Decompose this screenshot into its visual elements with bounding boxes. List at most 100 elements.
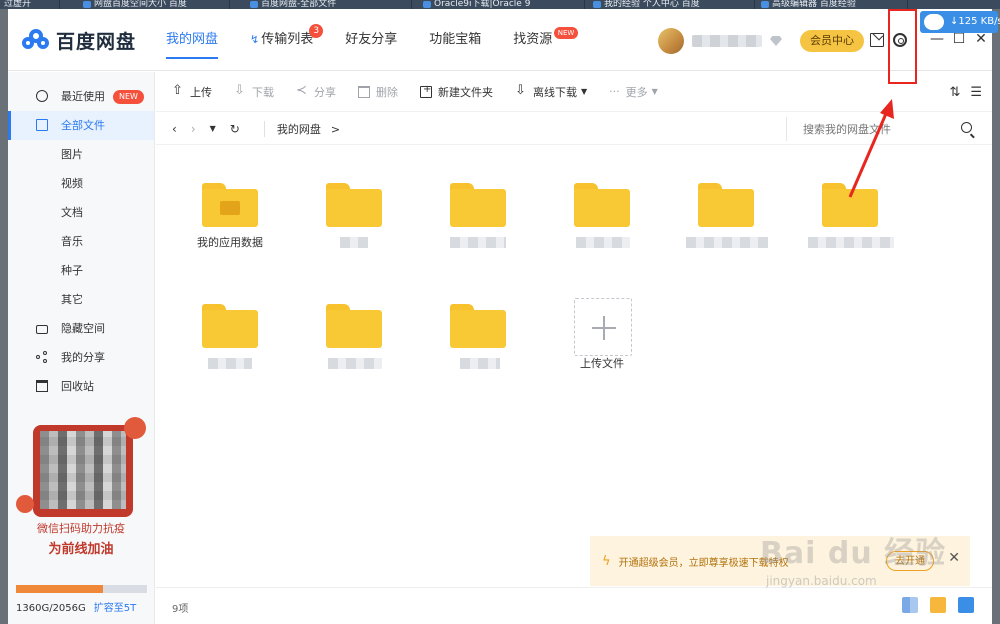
- expand-storage-link[interactable]: 扩容至5T: [94, 603, 136, 614]
- breadcrumb-separator: >: [330, 122, 341, 136]
- browser-tab[interactable]: Oracle9i下载|Oracle 9: [420, 0, 585, 9]
- vip-notice-bar: ϟ 开通超级会员，立即尊享极速下载特权 去开通 ✕: [590, 536, 970, 586]
- mail-icon[interactable]: [870, 33, 884, 47]
- trash-icon: [358, 85, 370, 98]
- nav-friend-share[interactable]: 好友分享: [345, 9, 397, 71]
- search-icon[interactable]: [961, 122, 972, 133]
- new-folder-button[interactable]: 新建文件夹: [420, 84, 493, 100]
- apps-grid-icon[interactable]: [902, 597, 918, 613]
- flower-decoration-icon: [124, 417, 146, 439]
- file-item[interactable]: [428, 161, 528, 271]
- file-item[interactable]: [180, 282, 280, 392]
- transfer-count-badge: 3: [309, 24, 324, 38]
- upload-button[interactable]: 上传: [172, 83, 212, 100]
- chevron-down-icon: ▼: [651, 87, 658, 96]
- more-button[interactable]: ··· 更多 ▼: [609, 84, 658, 100]
- sidebar: 最近使用 NEW 全部文件 图片 视频 文档 音乐 种子 其它 隐藏空间 我的分享…: [8, 72, 155, 624]
- lightning-icon: ϟ: [602, 553, 611, 569]
- transfer-icon: ↯: [250, 33, 260, 46]
- forward-button[interactable]: ›: [191, 122, 196, 136]
- sidebar-item-all-files[interactable]: 全部文件: [8, 111, 154, 140]
- header: 百度网盘 我的网盘 ↯ 传输列表 3 好友分享 功能宝箱 找资源 NEW 会员中心 —…: [8, 9, 992, 84]
- sidebar-item-videos[interactable]: 视频: [8, 169, 154, 198]
- upload-transfer-icon[interactable]: [930, 597, 946, 613]
- sidebar-item-images[interactable]: 图片: [8, 140, 154, 169]
- vip-diamond-icon: [770, 36, 782, 46]
- nav-toolbox[interactable]: 功能宝箱: [429, 9, 481, 71]
- promo-banner[interactable]: 微信扫码助力抗疫 为前线加油: [16, 417, 146, 557]
- file-item[interactable]: 我的应用数据: [180, 161, 280, 271]
- folder-icon: [326, 304, 382, 348]
- quota-text: 1360G/2056G: [16, 603, 86, 614]
- vip-center-button[interactable]: 会员中心: [800, 30, 864, 52]
- back-button[interactable]: ‹: [172, 122, 177, 136]
- cloud-icon: [924, 14, 944, 30]
- file-item[interactable]: [676, 161, 776, 271]
- sidebar-item-recycle-bin[interactable]: 回收站: [8, 372, 154, 401]
- file-name-blurred: [808, 237, 894, 248]
- share-button[interactable]: 分享: [296, 83, 336, 100]
- file-item[interactable]: [552, 161, 652, 271]
- file-name-blurred: [460, 358, 500, 369]
- lock-icon[interactable]: [958, 597, 974, 613]
- app-title: 百度网盘: [56, 30, 137, 53]
- browser-tab[interactable]: 高级编辑器 百度经验: [758, 0, 908, 9]
- sidebar-item-music[interactable]: 音乐: [8, 227, 154, 256]
- sidebar-item-my-shares[interactable]: 我的分享: [8, 343, 154, 372]
- avatar[interactable]: [658, 28, 684, 54]
- new-folder-icon: [420, 84, 432, 98]
- sidebar-item-recent[interactable]: 最近使用 NEW: [8, 82, 154, 111]
- file-item[interactable]: [304, 161, 404, 271]
- browser-tab[interactable]: 百度网盘-全部文件: [247, 0, 412, 9]
- download-button[interactable]: 下载: [234, 83, 274, 100]
- browser-tab[interactable]: 过虚开: [0, 0, 60, 9]
- close-icon[interactable]: ✕: [948, 550, 960, 566]
- list-view-icon[interactable]: ☰: [970, 85, 982, 100]
- file-name-blurred: [328, 358, 382, 369]
- share-icon: [36, 351, 48, 363]
- download-icon: [234, 83, 246, 98]
- file-item[interactable]: [304, 282, 404, 392]
- speed-indicator[interactable]: ↓125 KB/s: [920, 11, 1000, 33]
- user-area: 会员中心: [658, 27, 864, 55]
- nav-find-resources[interactable]: 找资源 NEW: [513, 9, 579, 71]
- sidebar-item-torrents[interactable]: 种子: [8, 256, 154, 285]
- folder-icon: [574, 183, 630, 227]
- new-badge: NEW: [553, 27, 579, 39]
- refresh-icon[interactable]: ↻: [230, 122, 240, 136]
- annotation-arrow: [848, 99, 894, 198]
- file-name-blurred: [686, 237, 768, 248]
- app-logo[interactable]: 百度网盘: [22, 26, 172, 54]
- sidebar-item-docs[interactable]: 文档: [8, 198, 154, 227]
- cloud-logo-icon: [22, 29, 50, 51]
- history-dropdown-icon[interactable]: ▼: [210, 124, 216, 133]
- offline-download-button[interactable]: 离线下载▼: [515, 83, 587, 100]
- view-icons: ⇅ ☰: [939, 85, 982, 100]
- quota-bar: [16, 585, 147, 593]
- file-grid: 我的应用数据 上传文件: [156, 146, 992, 586]
- sort-icon[interactable]: ⇅: [949, 85, 960, 100]
- main-nav: 我的网盘 ↯ 传输列表 3 好友分享 功能宝箱 找资源 NEW: [166, 9, 584, 71]
- browser-tab[interactable]: 我的经验 个人中心 百度: [590, 0, 755, 9]
- upload-file-label: 上传文件: [580, 357, 624, 370]
- promo-line-1: 微信扫码助力抗疫: [37, 522, 125, 535]
- sidebar-item-hidden-space[interactable]: 隐藏空间: [8, 314, 154, 343]
- file-item[interactable]: [428, 282, 528, 392]
- document-icon: [36, 119, 48, 131]
- sidebar-item-other[interactable]: 其它: [8, 285, 154, 314]
- file-name-blurred: [208, 358, 252, 369]
- browser-tab[interactable]: 网盘百度空间大小 百度: [80, 0, 230, 9]
- delete-button[interactable]: 删除: [358, 84, 398, 100]
- clock-icon: [36, 90, 48, 102]
- new-badge: NEW: [113, 90, 144, 104]
- file-name: 我的应用数据: [197, 236, 263, 249]
- upload-file-tile[interactable]: 上传文件: [552, 282, 652, 392]
- promo-line-2: 为前线加油: [48, 542, 114, 557]
- nav-my-disk[interactable]: 我的网盘: [166, 9, 219, 71]
- username-blurred[interactable]: [692, 35, 762, 47]
- breadcrumb-item[interactable]: 我的网盘: [277, 123, 321, 136]
- file-name-blurred: [450, 237, 506, 248]
- notice-action-button[interactable]: 去开通: [886, 551, 934, 571]
- nav-transfer-list[interactable]: ↯ 传输列表 3: [250, 9, 324, 71]
- upload-icon: [172, 83, 184, 98]
